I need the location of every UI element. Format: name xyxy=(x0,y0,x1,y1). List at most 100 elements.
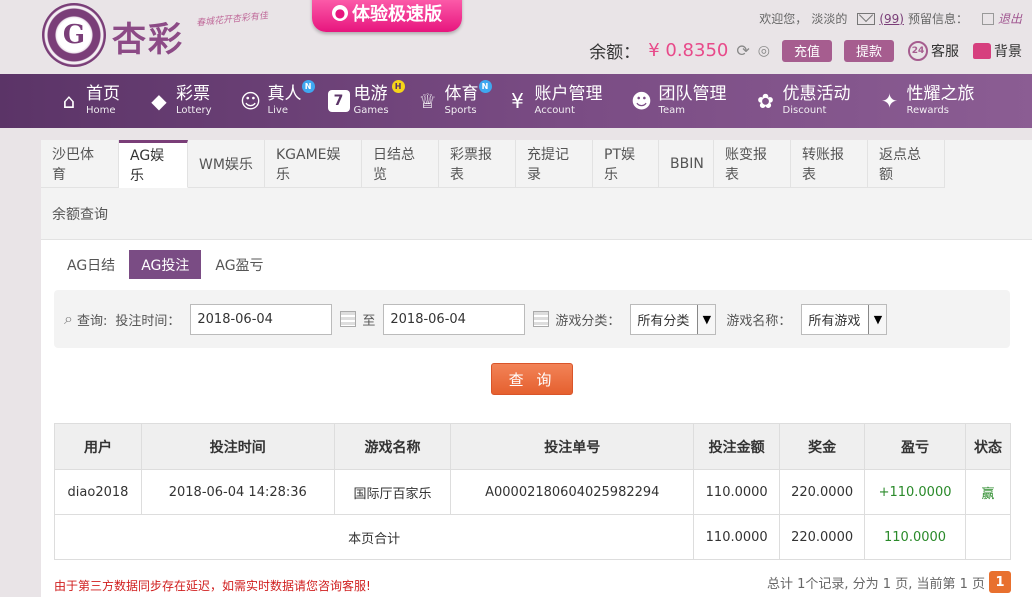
tab-3[interactable]: KGAME娱乐 xyxy=(265,140,362,188)
promo-button[interactable]: ● 体验极速版 xyxy=(312,0,462,32)
welcome-text: 欢迎您， xyxy=(759,12,808,26)
nav-badge: H xyxy=(391,80,405,93)
table-cell: 220.0000 xyxy=(779,469,866,515)
tab-4[interactable]: 日结总览 xyxy=(362,140,439,188)
column-header: 投注单号 xyxy=(450,423,695,470)
balance-value: ¥ 0.8350 xyxy=(648,40,729,61)
tab-11[interactable]: 返点总额 xyxy=(868,140,945,188)
chevron-down-icon: ▼ xyxy=(868,304,887,334)
total-status xyxy=(965,514,1011,560)
nav-label-en: Home xyxy=(86,105,116,116)
nav-item-account[interactable]: ¥ 账户管理 Account xyxy=(505,74,603,128)
logo[interactable]: G xyxy=(42,3,106,67)
service-link[interactable]: 24 客服 xyxy=(908,40,959,61)
total-label: 本页合计 xyxy=(53,514,695,560)
notice-label: 预留信息： xyxy=(907,12,968,26)
nav-label-zh: 团队管理 xyxy=(658,84,727,104)
column-header: 盈亏 xyxy=(864,423,966,470)
nav-item-sports[interactable]: ♕ 体育 Sports N xyxy=(415,74,492,128)
table-cell: diao2018 xyxy=(54,469,142,515)
nav-item-lottery[interactable]: ◆ 彩票 Lottery xyxy=(146,74,212,128)
nav-label-en: Games xyxy=(353,105,389,116)
tab-5[interactable]: 彩票报表 xyxy=(439,140,516,188)
game-name-select[interactable]: 所有游戏 ▼ xyxy=(801,303,888,335)
category-select[interactable]: 所有分类 ▼ xyxy=(630,303,717,335)
nav-label: 账户管理 Account xyxy=(535,86,603,116)
nav-label: 电游 Games xyxy=(354,86,389,116)
sub-tabs: AG日结 AG投注 AG盈亏 xyxy=(55,250,278,279)
search-icon: ⌕ xyxy=(64,309,73,328)
nav-label-zh: 真人 xyxy=(267,84,302,104)
tab-1[interactable]: AG娱乐 xyxy=(119,140,188,188)
background-label: 背景 xyxy=(994,43,1022,60)
nav-item-home[interactable]: ⌂ 首页 Home xyxy=(56,74,120,128)
column-header: 用户 xyxy=(54,423,142,470)
header: G 杏彩 春城花开杏彩有佳 ● 体验极速版 欢迎您， 淡淡的 (99) 预留信息：… xyxy=(0,0,1032,74)
page-1-button[interactable]: 1 xyxy=(989,571,1011,593)
nav-label: 体育 Sports xyxy=(445,86,479,116)
table-cell: A00002180604025982294 xyxy=(450,469,695,515)
table-total-row: 本页合计 110.0000 220.0000 110.0000 xyxy=(53,514,1011,560)
total-bet: 110.0000 xyxy=(693,514,781,560)
tab-6[interactable]: 充提记录 xyxy=(516,140,593,188)
pagination: 总计 1个记录, 分为 1 页, 当前第 1 页 1 xyxy=(767,571,1011,593)
tab-2[interactable]: WM娱乐 xyxy=(188,140,265,188)
nav-label-zh: 体育 xyxy=(444,84,479,104)
nav-item-games[interactable]: 7 电游 Games H xyxy=(327,74,405,128)
games-icon: 7 xyxy=(327,90,350,112)
subtab-2[interactable]: AG盈亏 xyxy=(203,250,275,279)
nav-label-en: Sports xyxy=(444,105,477,116)
nav-label-en: Discount xyxy=(782,105,827,116)
subtab-0[interactable]: AG日结 xyxy=(55,250,127,279)
deposit-button[interactable]: 充值 xyxy=(781,39,832,62)
nav-label-en: Live xyxy=(267,105,288,116)
tab-7[interactable]: PT娱乐 xyxy=(593,140,659,188)
date-from-input[interactable]: 2018-06-04 xyxy=(190,303,333,335)
nav-label: 首页 Home xyxy=(86,86,120,116)
nav-badge: N xyxy=(478,80,492,93)
query-bar: ⌕ 查询: 投注时间： 2018-06-04 至 2018-06-04 游戏分类… xyxy=(54,290,1010,348)
nav-label: 性耀之旅 Rewards xyxy=(907,86,975,116)
nav-badge: N xyxy=(301,80,315,93)
nav-item-rewards[interactable]: ✦ 性耀之旅 Rewards xyxy=(877,74,975,128)
tab-9[interactable]: 账变报表 xyxy=(714,140,791,188)
logout-link[interactable]: 退出 xyxy=(998,10,1022,27)
nav-item-discount[interactable]: ✿ 优惠活动 Discount xyxy=(753,74,850,128)
nav-label-zh: 彩票 xyxy=(176,84,210,104)
nav-label-zh: 性耀之旅 xyxy=(906,84,975,104)
user-line: 欢迎您， 淡淡的 (99) 预留信息： 退出 xyxy=(759,10,1022,27)
nav-label-zh: 电游 xyxy=(353,84,388,104)
tab-0[interactable]: 沙巴体育 xyxy=(41,140,119,188)
refresh-icon[interactable]: ⟳ xyxy=(736,41,749,60)
promo-label: 体验极速版 xyxy=(352,4,442,25)
calendar-icon[interactable] xyxy=(340,311,357,327)
nav-label: 彩票 Lottery xyxy=(176,86,212,116)
tab-8[interactable]: BBIN xyxy=(659,140,714,188)
date-to-input[interactable]: 2018-06-04 xyxy=(383,303,526,335)
balance-label: 余额： xyxy=(589,43,641,63)
search-button[interactable]: 查 询 xyxy=(491,363,573,395)
calendar-icon[interactable] xyxy=(533,311,550,327)
column-header: 投注金额 xyxy=(693,423,781,470)
withdraw-button[interactable]: 提款 xyxy=(843,39,894,62)
home-icon: ⌂ xyxy=(62,89,76,113)
mail-icon[interactable] xyxy=(857,12,876,25)
subtab-1[interactable]: AG投注 xyxy=(129,250,202,279)
hide-balance-icon[interactable]: ◎ xyxy=(758,43,770,59)
tab-12[interactable]: 余额查询 xyxy=(41,190,119,238)
game-name-value: 所有游戏 xyxy=(808,313,861,329)
sports-icon: ♕ xyxy=(418,89,437,113)
nav-item-live[interactable]: ☺ 真人 Live N xyxy=(238,74,315,128)
nav-label-en: Lottery xyxy=(176,105,212,116)
category-label: 游戏分类： xyxy=(555,313,621,329)
team-icon: ☻ xyxy=(631,89,652,113)
balance-row: 余额： ¥ 0.8350 ⟳ ◎ 充值 提款 24 客服 背景 xyxy=(589,38,1022,63)
tab-10[interactable]: 转账报表 xyxy=(791,140,868,188)
promo-icon: ● xyxy=(332,5,348,21)
background-link[interactable]: 背景 xyxy=(973,41,1022,61)
edit-icon[interactable] xyxy=(981,12,994,25)
nav-item-team[interactable]: ☻ 团队管理 Team xyxy=(629,74,727,128)
unread-count[interactable]: (99) xyxy=(879,12,904,26)
column-header: 游戏名称 xyxy=(333,423,452,470)
nav-label-zh: 首页 xyxy=(86,84,120,104)
